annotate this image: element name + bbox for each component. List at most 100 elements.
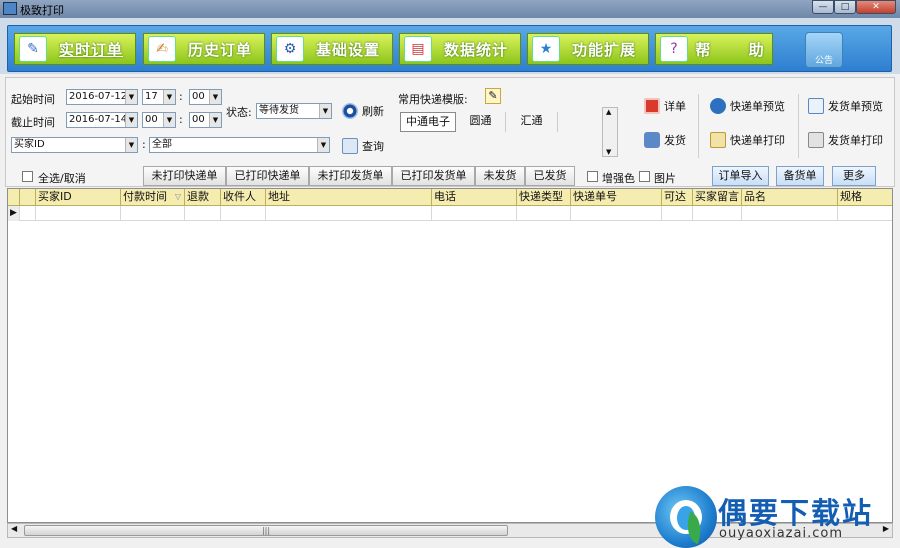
stock-list-button[interactable]: 备货单 [776,166,824,186]
import-orders-button[interactable]: 订单导入 [712,166,769,186]
more-button[interactable]: 更多 [832,166,876,186]
history-icon: ✍ [148,36,176,62]
orders-grid[interactable]: 买家ID 付款时间 ▽ 退款 收件人 地址 电话 快递类型 快递单号 可达 买家留… [7,188,893,523]
nav-statistics[interactable]: ▤ 数据统计 [399,33,521,65]
template-tab[interactable]: 中通电子 [400,112,456,132]
table-cell[interactable] [517,206,571,221]
nav-label: 实时订单 [58,40,123,59]
detail-button[interactable]: 详单 [644,98,686,114]
start-minute-select[interactable]: 00 ▼ [189,89,222,105]
column-header[interactable]: 品名 [742,189,838,206]
order-filter-bar: 全选/取消 未打印快递单 已打印快递单 未打印发货单 已打印发货单 未发货 已发… [5,164,895,188]
divider [698,94,699,158]
row-checkbox-cell[interactable] [20,206,36,221]
tab-unprinted-invoice[interactable]: 未打印发货单 [309,166,392,186]
search-value-text: 全部 [152,139,172,150]
column-header[interactable]: 买家留言 [693,189,742,206]
table-cell[interactable] [121,206,185,221]
statistics-chart-icon: ▤ [404,36,432,62]
table-cell[interactable] [185,206,221,221]
notice-label: 公告 [814,56,833,66]
search-value-select[interactable]: 全部 ▼ [149,137,330,153]
refresh-button[interactable]: 刷新 [342,103,384,119]
query-button[interactable]: 查询 [342,138,384,154]
invoice-preview-label: 发货单预览 [828,100,883,113]
template-tab[interactable]: 汇通 [506,112,558,132]
checkbox-column-header [20,189,36,206]
scrollbar-thumb[interactable]: ||| [24,525,508,536]
end-date-picker[interactable]: 2016-07-14 ▼ [66,112,138,128]
column-header[interactable]: 付款时间 ▽ [121,189,185,206]
column-header[interactable]: 快递类型 [517,189,571,206]
table-cell[interactable] [266,206,432,221]
nav-basic-settings[interactable]: ⚙ 基础设置 [271,33,393,65]
column-header[interactable]: 规格 [838,189,892,206]
column-header[interactable]: 地址 [266,189,432,206]
sort-icon: ▽ [174,192,181,201]
maximize-icon: □ [840,2,850,12]
column-header[interactable]: 收件人 [221,189,266,206]
maximize-button[interactable]: □ [834,0,856,14]
end-time-label: 截止时间 [11,116,55,129]
invoice-print-button[interactable]: 发货单打印 [808,132,883,148]
column-header[interactable]: 退款 [185,189,221,206]
table-cell[interactable] [693,206,742,221]
column-header[interactable]: 买家ID [36,189,121,206]
table-cell[interactable] [838,206,892,221]
tab-unprinted-express[interactable]: 未打印快递单 [143,166,226,186]
ship-button[interactable]: 发货 [644,132,686,148]
express-preview-button[interactable]: 快递单预览 [710,98,785,114]
table-row[interactable]: ▶ [8,206,892,221]
minimize-button[interactable]: — [812,0,834,14]
chevron-down-icon: ▼ [125,113,137,127]
template-scrollbar[interactable]: ▲ ▼ [602,107,618,157]
tab-not-shipped[interactable]: 未发货 [475,166,525,186]
column-header[interactable]: 可达 [662,189,693,206]
tab-shipped[interactable]: 已发货 [525,166,575,186]
table-cell[interactable] [742,206,838,221]
start-date-picker[interactable]: 2016-07-12 ▼ [66,89,138,105]
select-all-checkbox[interactable] [22,171,33,182]
notice-button[interactable]: 公告 [805,32,843,68]
query-label: 查询 [362,140,384,153]
nav-extensions[interactable]: ★ 功能扩展 [527,33,649,65]
table-cell[interactable] [36,206,121,221]
chevron-down-icon: ▼ [319,104,331,118]
scroll-up-icon[interactable]: ▲ [606,108,611,116]
column-header[interactable]: 电话 [432,189,517,206]
table-cell[interactable] [221,206,266,221]
help-icon: ? [660,36,688,62]
express-print-button[interactable]: 快递单打印 [710,132,785,148]
end-minute-select[interactable]: 00 ▼ [189,112,222,128]
start-hour-select[interactable]: 17 ▼ [142,89,176,105]
table-cell[interactable] [662,206,693,221]
scroll-down-icon[interactable]: ▼ [606,148,611,156]
table-cell[interactable] [571,206,662,221]
nav-label: 功能扩展 [571,40,636,59]
enhance-color-checkbox[interactable] [587,171,598,182]
template-tab[interactable]: 圆通 [456,112,506,132]
tab-printed-express[interactable]: 已打印快递单 [226,166,309,186]
invoice-preview-button[interactable]: 发货单预览 [808,98,883,114]
image-checkbox[interactable] [639,171,650,182]
table-cell[interactable] [432,206,517,221]
status-select[interactable]: 等待发货 ▼ [256,103,332,119]
end-date-value: 2016-07-14 [69,114,128,125]
ship-label: 发货 [664,134,686,147]
scroll-left-icon[interactable]: ◀ [11,524,17,533]
nav-help[interactable]: ? 帮 助 [655,33,773,65]
search-field-select[interactable]: 买家ID ▼ [11,137,138,153]
nav-label: 历史订单 [187,40,252,59]
edit-template-icon[interactable]: ✎ [485,88,501,104]
close-button[interactable]: ✕ [856,0,896,14]
scroll-right-icon[interactable]: ▶ [883,524,889,533]
tab-printed-invoice[interactable]: 已打印发货单 [392,166,475,186]
nav-history-orders[interactable]: ✍ 历史订单 [143,33,265,65]
preview-icon [710,98,726,114]
column-header[interactable]: 快递单号 [571,189,662,206]
end-hour-select[interactable]: 00 ▼ [142,112,176,128]
template-tab-label: 中通电子 [406,115,450,128]
nav-realtime-orders[interactable]: ✎ 实时订单 [14,33,136,65]
detail-label: 详单 [664,100,686,113]
grid-header: 买家ID 付款时间 ▽ 退款 收件人 地址 电话 快递类型 快递单号 可达 买家留… [8,189,892,206]
